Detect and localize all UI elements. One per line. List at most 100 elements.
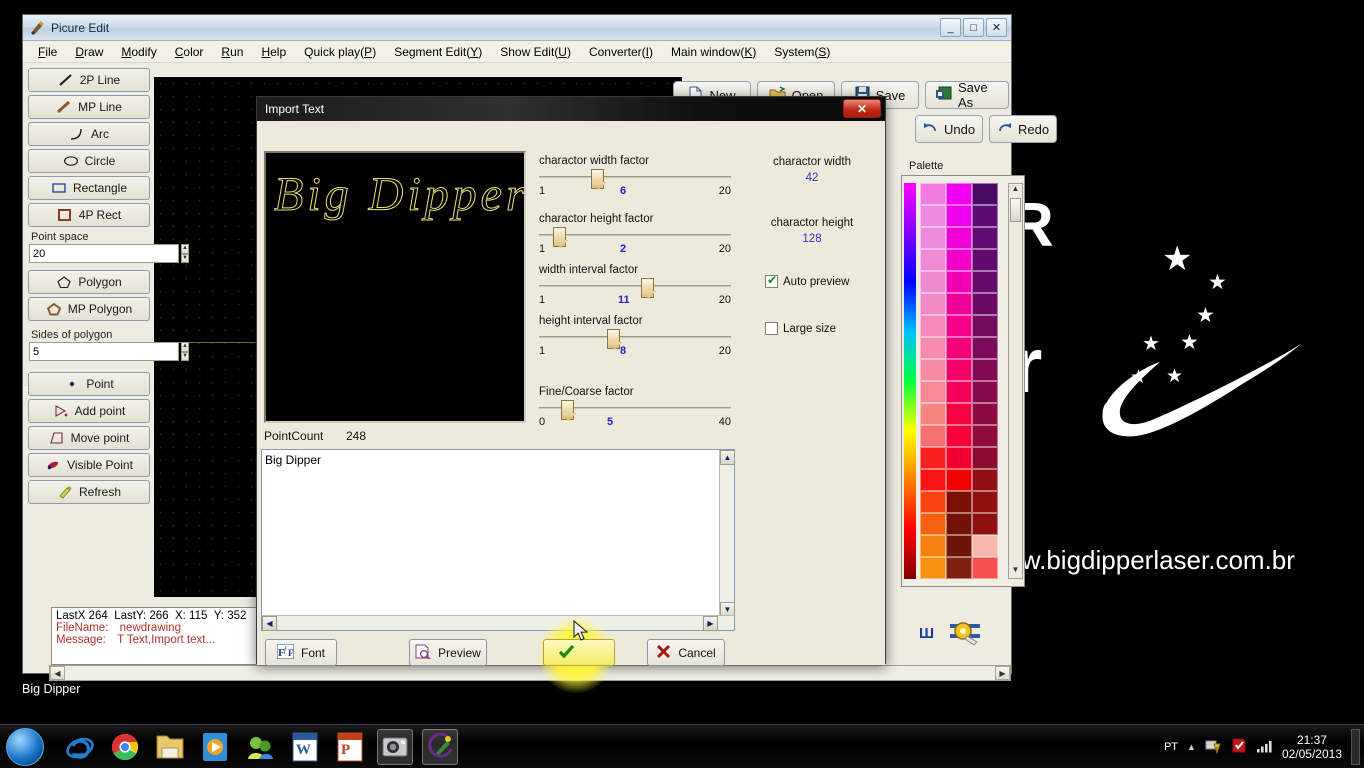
- tool-circle[interactable]: Circle: [28, 149, 150, 173]
- taskbar-item-microsoft-word[interactable]: W: [287, 729, 323, 765]
- palette-swatch[interactable]: [946, 469, 972, 491]
- palette-scrollbar[interactable]: ▲ ▼: [1008, 183, 1023, 579]
- palette-swatch[interactable]: [920, 293, 946, 315]
- tool-point[interactable]: Point: [28, 372, 150, 396]
- save-as-button[interactable]: Save As: [925, 81, 1009, 109]
- palette-swatch[interactable]: [920, 425, 946, 447]
- menu-item-segment-edit-y[interactable]: Segment Edit(Y): [385, 43, 491, 61]
- checkbox-auto-preview[interactable]: Auto preview: [765, 275, 849, 288]
- palette-swatch[interactable]: [946, 557, 972, 579]
- slider-track[interactable]: [539, 278, 731, 294]
- palette-swatch[interactable]: [972, 381, 998, 403]
- tool-mp-polygon[interactable]: MP Polygon: [28, 297, 150, 321]
- scroll-right-icon[interactable]: ▶: [995, 666, 1010, 680]
- palette-swatch[interactable]: [946, 447, 972, 469]
- point-space-spin-buttons[interactable]: ▲ ▼: [181, 244, 189, 263]
- palette-swatch[interactable]: [946, 249, 972, 271]
- menu-item-main-window-k[interactable]: Main window(K): [662, 43, 765, 61]
- palette-swatch[interactable]: [920, 491, 946, 513]
- taskbar-item-laser-app[interactable]: [422, 729, 458, 765]
- tool-rectangle[interactable]: Rectangle: [28, 176, 150, 200]
- palette-swatch[interactable]: [972, 183, 998, 205]
- menu-item-help[interactable]: Help: [252, 43, 295, 61]
- palette-swatch[interactable]: [946, 227, 972, 249]
- tool-arc[interactable]: Arc: [28, 122, 150, 146]
- palette-swatch[interactable]: [946, 403, 972, 425]
- show-hidden-icons-icon[interactable]: ▲: [1187, 742, 1196, 752]
- taskbar-item-windows-media-player[interactable]: [197, 729, 233, 765]
- volume-icon[interactable]: [1256, 739, 1273, 756]
- palette-swatch[interactable]: [946, 535, 972, 557]
- scroll-up-icon[interactable]: ▲: [720, 450, 735, 465]
- palette-swatch[interactable]: [946, 337, 972, 359]
- tray-language[interactable]: PT: [1164, 741, 1178, 753]
- large-size-checkbox-icon[interactable]: [765, 322, 778, 335]
- palette-swatch[interactable]: [946, 205, 972, 227]
- palette-swatch[interactable]: [972, 535, 998, 557]
- spin-down-icon[interactable]: ▼: [181, 352, 189, 362]
- palette-swatch[interactable]: [946, 359, 972, 381]
- canvas-horizontal-scrollbar[interactable]: ◀ ▶: [49, 665, 1011, 681]
- close-button[interactable]: ✕: [986, 18, 1007, 37]
- palette-swatch[interactable]: [946, 425, 972, 447]
- palette-swatch[interactable]: [946, 381, 972, 403]
- palette-swatch[interactable]: [946, 315, 972, 337]
- undo-button[interactable]: Undo: [915, 115, 983, 143]
- tool-refresh[interactable]: Refresh: [28, 480, 150, 504]
- palette-swatch[interactable]: [920, 513, 946, 535]
- show-desktop-button[interactable]: [1351, 729, 1360, 765]
- palette-swatch[interactable]: [972, 337, 998, 359]
- palette-swatch[interactable]: [920, 315, 946, 337]
- taskbar-item-messenger[interactable]: [242, 729, 278, 765]
- preview-button[interactable]: Preview: [409, 639, 487, 666]
- palette-spectrum-strip[interactable]: [904, 183, 916, 579]
- scroll-left-icon[interactable]: ◀: [262, 616, 277, 631]
- palette-swatch[interactable]: [972, 359, 998, 381]
- palette-swatch[interactable]: [920, 183, 946, 205]
- network-warning-icon[interactable]: !: [1205, 738, 1222, 757]
- slider-track[interactable]: [539, 227, 731, 243]
- menu-item-color[interactable]: Color: [166, 43, 213, 61]
- taskbar-item-camera-app[interactable]: [377, 729, 413, 765]
- windows-start-icon[interactable]: [6, 728, 44, 766]
- palette-swatch[interactable]: [920, 447, 946, 469]
- sides-spin-buttons[interactable]: ▲ ▼: [181, 342, 189, 361]
- text-preview-canvas[interactable]: Big Dipper: [264, 151, 526, 423]
- taskbar-item-internet-explorer[interactable]: [62, 729, 98, 765]
- palette-swatch[interactable]: [920, 557, 946, 579]
- point-space-stepper[interactable]: ▲ ▼: [29, 244, 149, 263]
- palette-swatch[interactable]: [920, 249, 946, 271]
- scroll-right-icon[interactable]: ▶: [703, 616, 718, 631]
- palette-color-grid[interactable]: [920, 183, 998, 579]
- scroll-up-icon[interactable]: ▲: [1009, 184, 1022, 197]
- palette-swatch[interactable]: [920, 381, 946, 403]
- palette-scroll-thumb[interactable]: [1010, 198, 1021, 222]
- tool-mp-line[interactable]: MP Line: [28, 95, 150, 119]
- palette-swatch[interactable]: [972, 227, 998, 249]
- menu-item-system-s[interactable]: System(S): [765, 43, 839, 61]
- palette-swatch[interactable]: [920, 403, 946, 425]
- taskbar-clock[interactable]: 21:37 02/05/2013: [1282, 733, 1342, 761]
- slider-track[interactable]: [539, 329, 731, 345]
- palette-swatch[interactable]: [920, 469, 946, 491]
- text-tool-icon[interactable]: Ш: [918, 624, 936, 647]
- palette-swatch[interactable]: [972, 469, 998, 491]
- palette-swatch[interactable]: [920, 227, 946, 249]
- sides-of-polygon-stepper[interactable]: ▲ ▼: [29, 342, 149, 361]
- menu-item-draw[interactable]: Draw: [66, 43, 112, 61]
- spin-down-icon[interactable]: ▼: [181, 254, 189, 264]
- palette-swatch[interactable]: [972, 425, 998, 447]
- palette-swatch[interactable]: [972, 293, 998, 315]
- import-text-textarea[interactable]: Big Dipper ▲ ▼ ◀ ▶: [261, 449, 735, 631]
- palette-swatch[interactable]: [946, 183, 972, 205]
- palette-swatch[interactable]: [972, 315, 998, 337]
- palette-swatch[interactable]: [972, 491, 998, 513]
- settings-gear-icon[interactable]: [950, 620, 980, 651]
- taskbar-item-google-chrome[interactable]: [107, 729, 143, 765]
- tool-polygon[interactable]: Polygon: [28, 270, 150, 294]
- palette-swatch[interactable]: [920, 271, 946, 293]
- spin-up-icon[interactable]: ▲: [181, 244, 189, 254]
- palette-swatch[interactable]: [946, 293, 972, 315]
- redo-button[interactable]: Redo: [989, 115, 1057, 143]
- point-space-input[interactable]: [29, 244, 179, 263]
